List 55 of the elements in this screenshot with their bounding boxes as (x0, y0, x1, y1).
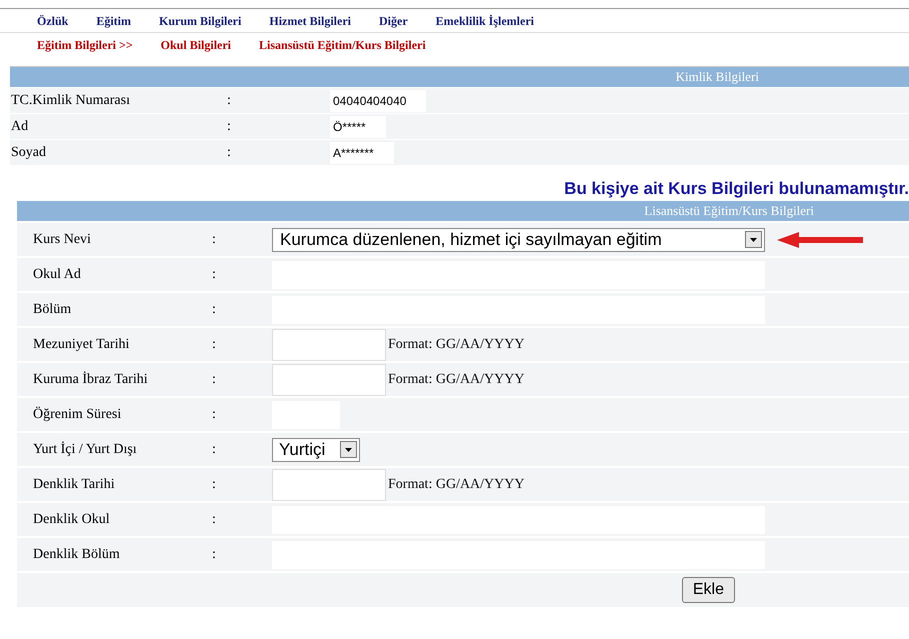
separator: : (226, 92, 232, 110)
separator: : (211, 336, 217, 354)
menu-link[interactable]: Hizmet Bilgileri (269, 12, 351, 30)
select-field[interactable]: Yurtiçi (272, 438, 360, 462)
dropdown-button[interactable] (745, 231, 762, 248)
menu-link[interactable]: Diğer (379, 12, 408, 30)
section-header: Kimlik Bilgileri (10, 67, 909, 87)
menu-link[interactable]: Özlük (37, 12, 68, 30)
field-label: Yurt İçi / Yurt Dışı (32, 440, 138, 459)
field-label: Kurs Nevi (32, 231, 92, 249)
field-label: Denklik Okul (32, 511, 111, 529)
separator: : (211, 266, 217, 284)
field-label: Kuruma İbraz Tarihi (32, 370, 149, 389)
separator: : (226, 118, 232, 136)
submenu-link[interactable]: Okul Bilgileri (160, 36, 232, 54)
format-hint: Format: GG/AA/YYYY (388, 371, 524, 389)
field-label: TC.Kimlik Numarası (10, 92, 131, 110)
dropdown-button[interactable] (340, 441, 357, 458)
field-label: Bölüm (32, 301, 72, 319)
field-label: Mezuniyet Tarihi (32, 336, 130, 354)
field-label: Ad (10, 118, 30, 136)
format-hint: Format: GG/AA/YYYY (388, 336, 524, 354)
add-button[interactable]: Ekle (682, 577, 735, 603)
menu-link[interactable]: Kurum Bilgileri (159, 12, 242, 30)
field-label: Okul Ad (32, 266, 82, 284)
section-header: Lisansüstü Eğitim/Kurs Bilgileri (17, 201, 909, 221)
field-value: 04040404040 (330, 90, 426, 112)
date-field[interactable] (272, 328, 386, 360)
date-field[interactable] (272, 468, 386, 500)
field-label: Denklik Bölüm (32, 546, 121, 564)
submenu-link[interactable]: Eğitim Bilgileri >> (37, 36, 133, 54)
status-message: Bu kişiye ait Kurs Bilgileri bulunamamıştır. (564, 178, 909, 200)
field-label: Öğrenim Süresi (32, 406, 122, 424)
separator: : (211, 231, 217, 249)
separator: : (211, 546, 217, 564)
separator: : (226, 144, 232, 162)
arrow-icon (777, 230, 863, 248)
field-label: Soyad (10, 144, 47, 162)
caret-icon (750, 238, 757, 242)
submenu-link[interactable]: Lisansüstü Eğitim/Kurs Bilgileri (259, 36, 426, 54)
caret-icon (345, 448, 352, 452)
menu-link[interactable]: Emeklilik İşlemleri (436, 12, 534, 30)
separator: : (211, 441, 217, 459)
select-field[interactable]: Kurumca düzenlenen, hizmet içi sayılmayan eğitim (272, 228, 765, 252)
field-label: Denklik Tarihi (32, 476, 116, 494)
separator: : (211, 371, 217, 389)
menu-link[interactable]: Eğitim (96, 12, 132, 30)
date-field[interactable] (272, 364, 386, 396)
field-value: Ö***** (330, 116, 386, 138)
field-value: A******* (330, 142, 394, 164)
format-hint: Format: GG/AA/YYYY (388, 476, 524, 494)
separator: : (211, 476, 217, 494)
separator: : (211, 511, 217, 529)
separator: : (211, 301, 217, 319)
separator: : (211, 406, 217, 424)
